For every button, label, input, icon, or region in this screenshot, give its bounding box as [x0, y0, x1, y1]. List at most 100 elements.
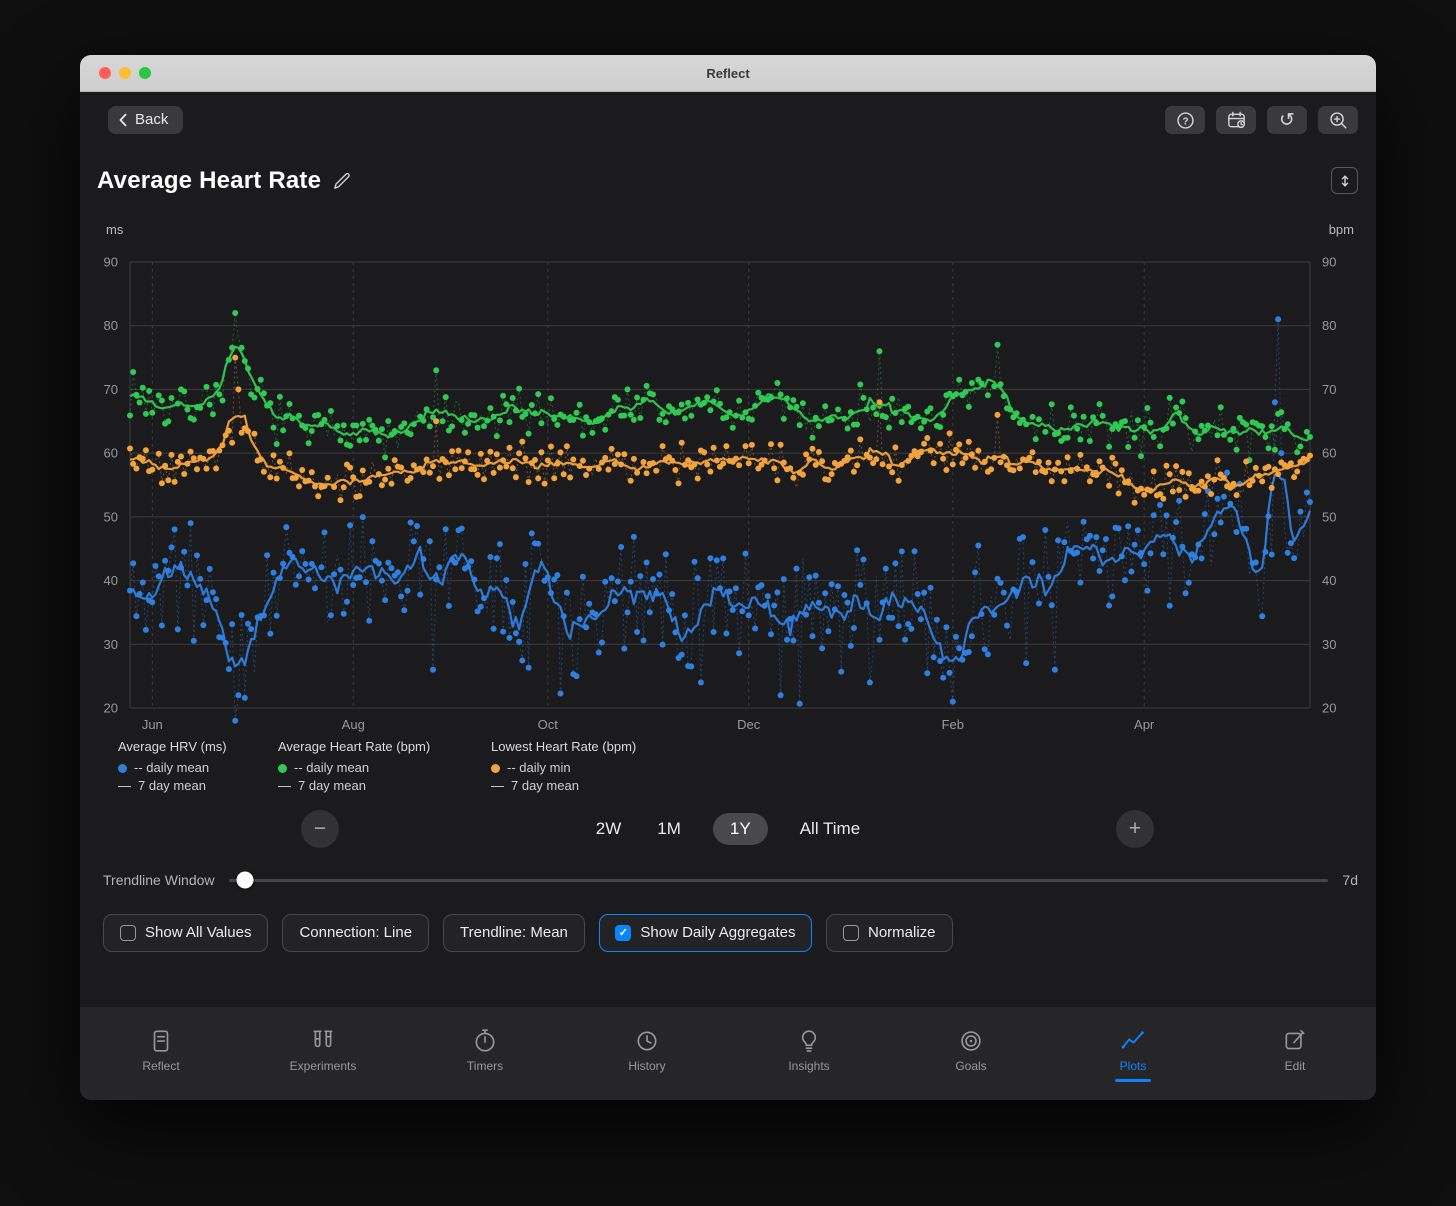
chart-legend: Average HRV (ms) -- daily mean — 7 day me…: [80, 738, 1376, 795]
tab-label: Experiments: [289, 1058, 357, 1073]
minimize-button[interactable]: [119, 67, 131, 79]
close-button[interactable]: [99, 67, 111, 79]
svg-text:90: 90: [1322, 255, 1336, 270]
legend-daily-label: -- daily mean: [134, 760, 210, 775]
toolbar-icons: ? ↺: [1165, 106, 1358, 134]
svg-text:Apr: Apr: [1134, 717, 1155, 732]
toggle-label: Trendline: Mean: [460, 924, 568, 941]
trendline-window-label: Trendline Window: [103, 872, 215, 888]
plot-option-toggles: Show All Values Connection: Line Trendli…: [103, 914, 1376, 952]
trendline-slider[interactable]: [228, 871, 1329, 889]
resize-vertical-icon: [1341, 174, 1348, 187]
undo-button[interactable]: ↺: [1267, 106, 1307, 134]
svg-text:80: 80: [104, 318, 118, 333]
clock-history-icon: [637, 1031, 657, 1050]
svg-text:50: 50: [104, 509, 118, 524]
top-toolbar: Back ? ↺: [108, 106, 1358, 134]
edit-pencil-icon: [1285, 1029, 1305, 1049]
legend-title: Average HRV (ms): [118, 739, 227, 754]
page-title: Average Heart Rate: [97, 167, 322, 194]
svg-text:70: 70: [104, 382, 118, 397]
tab-timers[interactable]: Timers: [404, 1007, 566, 1100]
checkbox-icon: [842, 925, 859, 941]
svg-text:80: 80: [1322, 318, 1336, 333]
range-1m-button[interactable]: 1M: [653, 813, 685, 845]
tab-label: Plots: [1119, 1058, 1147, 1073]
lowest-hr-dot-icon: [491, 763, 500, 773]
tab-edit[interactable]: Edit: [1214, 1007, 1376, 1100]
line-chart-icon: [1121, 1030, 1144, 1048]
svg-text:90: 90: [104, 255, 118, 270]
tab-label: History: [628, 1058, 666, 1073]
tab-goals[interactable]: Goals: [890, 1007, 1052, 1100]
toggle-label: Show Daily Aggregates: [640, 924, 796, 941]
svg-text:Feb: Feb: [942, 717, 964, 732]
help-icon: ?: [1176, 111, 1194, 129]
tab-label: Edit: [1284, 1058, 1306, 1073]
checkbox-icon: [615, 925, 632, 941]
window-title: Reflect: [706, 65, 750, 81]
avg-hr-dot-icon: [278, 763, 287, 773]
lightbulb-icon: [801, 1029, 817, 1052]
svg-text:Aug: Aug: [342, 717, 365, 732]
legend-title: Lowest Heart Rate (bpm): [491, 739, 637, 754]
stopwatch-icon: [475, 1028, 495, 1052]
show-all-values-toggle[interactable]: Show All Values: [103, 914, 269, 952]
test-tubes-icon: [313, 1029, 333, 1047]
tab-label: Goals: [955, 1058, 987, 1073]
expand-chart-button[interactable]: [1331, 167, 1358, 194]
calendar-clock-icon: [1227, 111, 1245, 128]
tab-experiments[interactable]: Experiments: [242, 1007, 404, 1100]
magnify-button[interactable]: [1318, 106, 1358, 134]
svg-text:Oct: Oct: [538, 717, 559, 732]
svg-text:50: 50: [1322, 509, 1336, 524]
legend-group-lowest-hr: Lowest Heart Rate (bpm) -- daily min — 7 …: [491, 738, 636, 795]
svg-text:30: 30: [1322, 637, 1336, 652]
edit-title-icon[interactable]: [332, 172, 351, 191]
slider-knob[interactable]: [236, 871, 254, 889]
trendline-window-row: Trendline Window 7d: [103, 871, 1358, 889]
checkbox-icon: [120, 925, 136, 941]
calendar-button[interactable]: [1216, 106, 1256, 134]
zoom-in-button[interactable]: +: [1116, 810, 1154, 848]
back-button[interactable]: Back: [108, 106, 184, 134]
show-daily-aggregates-toggle[interactable]: Show Daily Aggregates: [598, 914, 812, 952]
magnifier-plus-icon: [1329, 111, 1346, 128]
svg-text:Jun: Jun: [142, 717, 163, 732]
trendline-window-value: 7d: [1342, 872, 1358, 888]
app-window: Reflect Back ? ↺ Average Heart Rate ms b…: [80, 55, 1376, 1100]
svg-text:70: 70: [1322, 382, 1336, 397]
chart-header: Average Heart Rate: [97, 165, 1376, 197]
axis-unit-labels: ms bpm: [106, 222, 1354, 237]
journal-icon: [153, 1029, 169, 1052]
normalize-toggle[interactable]: Normalize: [825, 914, 953, 952]
tab-reflect[interactable]: Reflect: [80, 1007, 242, 1100]
bottom-tab-bar: Reflect Experiments Timers History Insig…: [80, 1007, 1376, 1100]
trendline-mean-button[interactable]: Trendline: Mean: [443, 914, 585, 952]
range-1y-button[interactable]: 1Y: [712, 813, 768, 845]
target-icon: [961, 1030, 981, 1051]
legend-weekly-label: 7 day mean: [138, 778, 206, 793]
line-swatch-icon: —: [278, 778, 291, 793]
chevron-left-icon: [119, 113, 127, 127]
active-tab-underline: [1115, 1078, 1151, 1082]
range-2w-button[interactable]: 2W: [592, 813, 626, 845]
window-titlebar[interactable]: Reflect: [80, 55, 1376, 92]
help-button[interactable]: ?: [1165, 106, 1205, 134]
zoom-out-button[interactable]: −: [301, 810, 339, 848]
tab-history[interactable]: History: [566, 1007, 728, 1100]
svg-text:40: 40: [1322, 573, 1336, 588]
legend-daily-label: -- daily mean: [294, 760, 370, 775]
hrv-dot-icon: [118, 763, 127, 773]
range-all-time-button[interactable]: All Time: [796, 813, 864, 845]
fullscreen-button[interactable]: [139, 67, 151, 79]
tab-insights[interactable]: Insights: [728, 1007, 890, 1100]
line-swatch-icon: —: [491, 778, 504, 793]
tab-plots[interactable]: Plots: [1052, 1007, 1214, 1100]
legend-title: Average Heart Rate (bpm): [278, 739, 431, 754]
tab-label: Timers: [466, 1058, 504, 1073]
chart-area: 20 20 30 30 40 40 50 50 60 60 70 70 80 80 90 90 Jun Aug Oc…: [90, 241, 1360, 736]
connection-line-button[interactable]: Connection: Line: [282, 914, 430, 952]
svg-text:Dec: Dec: [737, 717, 761, 732]
svg-text:?: ?: [1182, 116, 1188, 127]
